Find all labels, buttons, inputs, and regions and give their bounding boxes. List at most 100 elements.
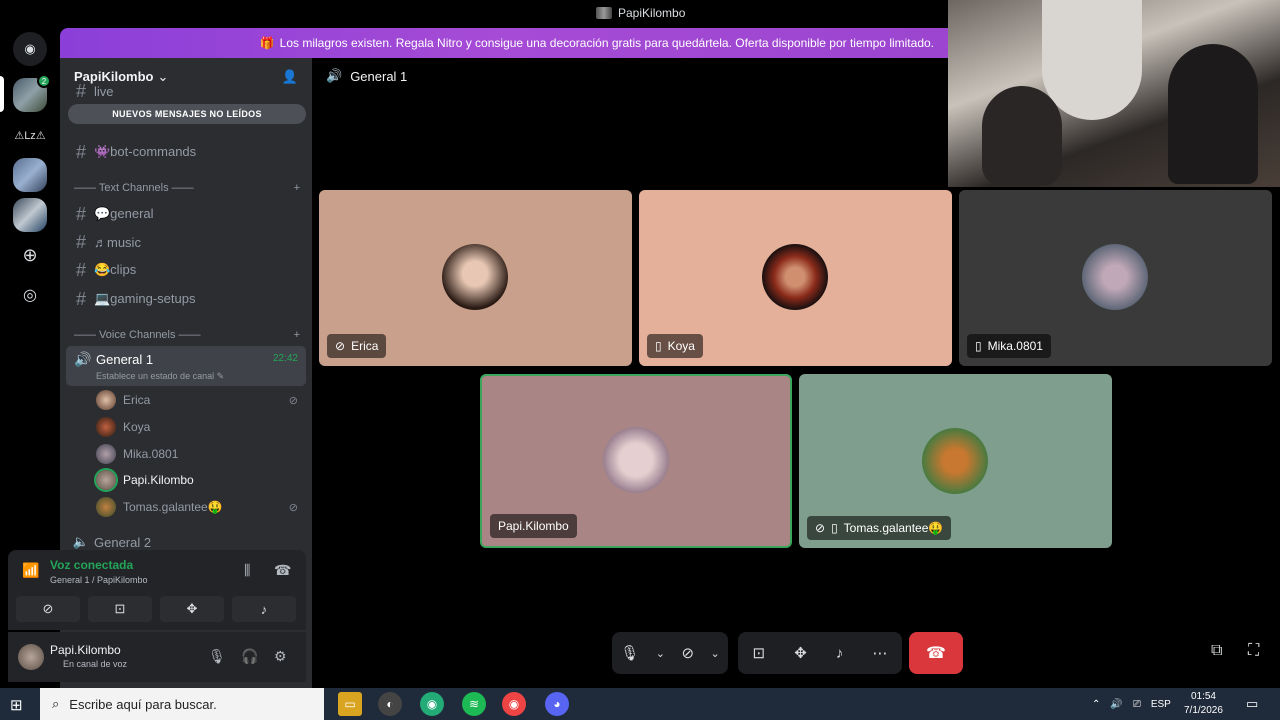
activities-button[interactable]: ✥	[160, 596, 224, 622]
voice-duration: 22:42	[272, 353, 298, 364]
signal-icon: 📶	[22, 562, 40, 578]
soundboard-icon[interactable]: ♪	[836, 645, 844, 662]
channel-title: General 1	[350, 68, 408, 84]
banner-text: Los milagros existen. Regala Nitro y con…	[279, 36, 934, 50]
language-indicator[interactable]: ESP	[1151, 699, 1171, 710]
participant-label: Papi.Kilombo	[490, 514, 577, 538]
headphones-icon[interactable]: 🎧	[241, 648, 258, 665]
voice-status[interactable]: Voz conectada	[50, 558, 133, 572]
fullscreen-icon[interactable]: ⛶	[1248, 642, 1259, 660]
server-icon-3[interactable]	[13, 158, 47, 192]
new-messages-bar[interactable]: NUEVOS MENSAJES NO LEÍDOS	[68, 104, 306, 124]
avatar[interactable]	[18, 644, 44, 670]
phone-hangup-icon: ☎	[926, 645, 946, 662]
speaker-icon: 🔈	[72, 534, 90, 549]
server-icon-4[interactable]	[13, 198, 47, 232]
gear-icon[interactable]: ⚙	[274, 648, 287, 665]
discover-icon[interactable]: ◎	[13, 278, 47, 312]
discord-window: PapiKilombo ◉ 2 ⚠Lz⚠ ⊕ ◎ 🎁 Los milagros …	[0, 0, 1280, 688]
server-icon	[596, 7, 612, 19]
discord-home-icon[interactable]: ◉	[13, 32, 47, 66]
voice-member-papi[interactable]: Papi.Kilombo	[96, 468, 302, 492]
voice-member-erica[interactable]: Erica ⊘	[96, 388, 302, 412]
window-title: PapiKilombo	[618, 6, 686, 20]
camera-video-feed[interactable]	[948, 0, 1280, 187]
category-text-channels[interactable]: —— Text Channels —— +	[74, 182, 300, 194]
user-status: En canal de voz	[63, 659, 128, 669]
chrome-icon[interactable]: ◉	[502, 692, 526, 716]
file-explorer-icon[interactable]: ▭	[338, 692, 362, 716]
chevron-up-icon[interactable]: ⌃	[1092, 699, 1100, 710]
channel-general[interactable]: # 💬general	[70, 200, 302, 228]
voice-member-koya[interactable]: Koya	[96, 415, 302, 439]
invite-people-icon[interactable]: 👤	[282, 69, 298, 85]
selected-server-pill	[0, 76, 4, 112]
avatar	[762, 244, 828, 310]
participant-label: ⊘ Erica	[327, 334, 387, 358]
microphone-icon[interactable]: 🎙	[208, 648, 226, 665]
participant-label: ▯ Koya	[647, 334, 703, 358]
clock[interactable]: 01:54 7/1/2026	[1184, 690, 1223, 718]
participant-tile-koya[interactable]: ▯ Koya	[639, 190, 952, 366]
speaker-icon: 🔊	[326, 68, 343, 83]
channel-clips[interactable]: # 😂clips	[70, 256, 302, 284]
muted-icon: ⊘	[815, 521, 826, 535]
spotify-icon[interactable]: ≋	[462, 692, 486, 716]
soundboard-button[interactable]: ♪	[232, 596, 296, 622]
channel-gaming-setups[interactable]: # 💻gaming-setups	[70, 285, 302, 313]
volume-icon[interactable]: 🔊	[1110, 699, 1122, 710]
participant-tile-mika[interactable]: ▯ Mika.0801	[959, 190, 1272, 366]
camera-off-button[interactable]: ⊘	[16, 596, 80, 622]
participant-tile-papi[interactable]: Papi.Kilombo	[480, 374, 792, 548]
notifications-icon[interactable]: ▭	[1246, 688, 1258, 720]
voice-location[interactable]: General 1 / PapiKilombo	[50, 575, 148, 585]
noise-suppression-icon[interactable]: ⫼	[244, 562, 250, 579]
activities-icon[interactable]: ✥	[794, 644, 807, 662]
windows-start-icon[interactable]: ⊞	[10, 696, 23, 714]
windows-taskbar: ⊞ ⌕ Escribe aquí para buscar. ▭ ◐ ◉ ≋ ◉ …	[0, 688, 1280, 720]
channel-music[interactable]: # ♬music	[70, 228, 302, 256]
discord-icon[interactable]: ◕	[545, 692, 569, 716]
voice-channel-general-1[interactable]: 🔊 General 1 22:42 Establece un estado de…	[66, 346, 306, 386]
chrome-icon[interactable]: ◉	[420, 692, 444, 716]
nitro-banner: 🎁 Los milagros existen. Regala Nitro y c…	[60, 28, 948, 58]
add-channel-icon[interactable]: +	[294, 329, 300, 341]
hang-up-button[interactable]: ☎	[909, 632, 963, 674]
avatar	[96, 470, 116, 490]
chevron-down-icon[interactable]: ⌄	[711, 647, 720, 660]
popout-icon[interactable]: ⧉	[1211, 642, 1222, 660]
app-icon[interactable]: ◐	[378, 692, 402, 716]
taskbar-search[interactable]: ⌕ Escribe aquí para buscar.	[40, 688, 324, 720]
screen-share-button[interactable]: ⊡	[88, 596, 152, 622]
participant-tile-tomas[interactable]: ⊘ ▯ Tomas.galantee🤑	[799, 374, 1112, 548]
channel-bot-commands[interactable]: # 👾bot-commands	[70, 138, 302, 166]
voice-connection-panel: 📶 Voz conectada General 1 / PapiKilombo …	[8, 550, 306, 630]
chevron-down-icon[interactable]: ⌄	[656, 647, 665, 660]
server-papikilombo[interactable]: 2	[13, 74, 51, 112]
avatar	[603, 427, 669, 493]
screen-share-icon[interactable]: ⊡	[753, 644, 766, 662]
search-icon: ⌕	[52, 696, 60, 711]
add-server-icon[interactable]: ⊕	[13, 238, 47, 272]
avatar	[96, 390, 116, 410]
server-lz[interactable]: ⚠Lz⚠	[13, 118, 47, 152]
disconnect-icon[interactable]: ☎	[274, 562, 291, 579]
avatar	[1082, 244, 1148, 310]
channel-status[interactable]: Establece un estado de canal ✎	[96, 371, 224, 382]
participant-tile-erica[interactable]: ⊘ Erica	[319, 190, 632, 366]
activity-controls: ⊡ ✥ ♪ ⋯	[738, 632, 902, 674]
voice-member-mika[interactable]: Mika.0801	[96, 442, 302, 466]
channel-live[interactable]: # live	[70, 84, 302, 98]
category-voice-channels[interactable]: —— Voice Channels —— +	[74, 329, 300, 341]
user-name[interactable]: Papi.Kilombo	[50, 643, 121, 657]
participant-label: ⊘ ▯ Tomas.galantee🤑	[807, 516, 952, 540]
add-channel-icon[interactable]: +	[294, 182, 300, 194]
voice-member-tomas[interactable]: Tomas.galantee🤑 ⊘	[96, 495, 302, 519]
network-icon[interactable]: ⎚	[1133, 699, 1141, 710]
more-options-icon[interactable]: ⋯	[872, 644, 887, 662]
camera-off-icon[interactable]: ⊘	[681, 644, 694, 662]
clock-time: 01:54	[1190, 691, 1216, 702]
system-tray: ⌃ 🔊 ⎚ ESP	[1092, 688, 1171, 720]
microphone-icon[interactable]: 🎙	[620, 644, 639, 662]
speaker-icon: 🔊	[74, 351, 92, 367]
